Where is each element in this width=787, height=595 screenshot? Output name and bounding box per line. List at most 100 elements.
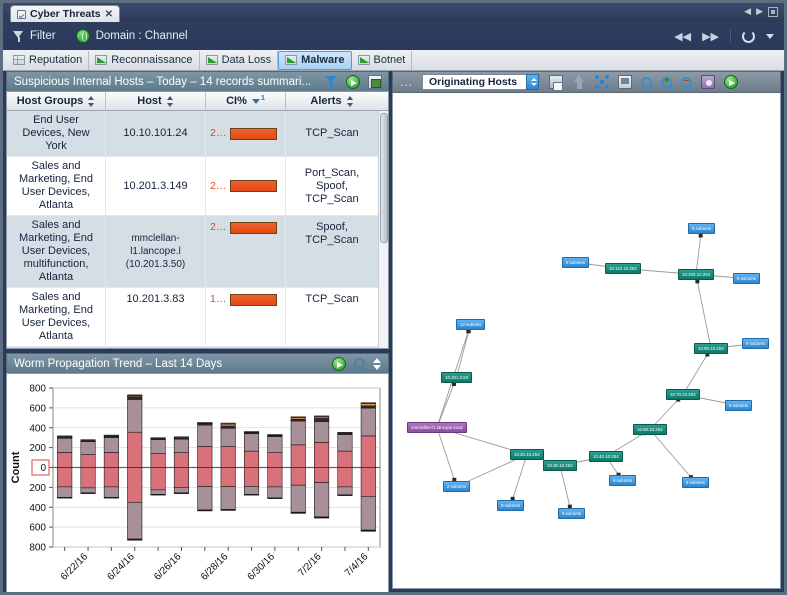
zoom-in-icon[interactable] (661, 75, 673, 88)
go-arrow-icon[interactable] (724, 75, 739, 89)
application-window: Cyber Threats ✕ ◀ ▶ Filter Domain : Chan… (0, 0, 787, 595)
graph-node-subnet[interactable]: 9 subnets (558, 508, 586, 519)
table-row[interactable]: End User Devices, New York 10.10.101.24 … (7, 111, 388, 157)
graph-node-host[interactable]: mmclellan-l1.lancope.local (407, 422, 467, 433)
sort-desc-icon[interactable]: 1 (251, 94, 265, 107)
graph-node-subnet[interactable]: 9 subnets (609, 475, 637, 486)
svg-text:400: 400 (29, 423, 46, 434)
close-icon[interactable]: ✕ (105, 9, 113, 20)
graph-node-ip[interactable]: 10.20.10.254 (510, 449, 544, 460)
cell-ci: 99% (206, 347, 286, 348)
chart-icon (285, 55, 298, 65)
cell-ci: 2… (206, 157, 286, 215)
scrollbar-thumb[interactable] (380, 113, 388, 243)
graph-node-subnet[interactable]: 2 subnets (443, 481, 471, 492)
graph-node-subnet[interactable]: 9 subnets (562, 257, 590, 268)
column-ci-label: CI% (226, 95, 247, 107)
scan-icon[interactable] (618, 75, 633, 89)
app-tab-cyber-threats[interactable]: Cyber Threats ✕ (10, 5, 120, 22)
tab-botnet[interactable]: Botnet (352, 50, 413, 70)
svg-text:7/2/16: 7/2/16 (296, 551, 324, 579)
svg-text:800: 800 (29, 384, 46, 395)
tab-botnet-label: Botnet (373, 54, 406, 66)
tab-malware[interactable]: Malware (278, 50, 352, 70)
chart-icon (205, 55, 218, 65)
column-host-groups[interactable]: Host Groups (7, 92, 106, 110)
updown-icon[interactable] (373, 357, 382, 371)
sort-index: 1 (260, 94, 265, 102)
svg-text:6/28/16: 6/28/16 (199, 551, 231, 583)
graph-node-ip[interactable]: 10.40.10.254 (589, 451, 623, 462)
tab-data-loss-label: Data Loss (221, 54, 272, 66)
sort-icon[interactable] (166, 95, 174, 107)
caret-down-icon[interactable] (766, 33, 774, 39)
graph-node-ip[interactable]: 10.30.10.254 (543, 460, 577, 471)
column-host[interactable]: Host (106, 92, 206, 110)
graph-node-subnet[interactable]: 9 subnets (688, 223, 716, 234)
go-arrow-icon[interactable] (332, 356, 346, 371)
table-row[interactable]: Sales and Marketing, End User Devices, m… (7, 216, 388, 288)
svg-text:200: 200 (29, 483, 46, 494)
app-tab-label: Cyber Threats (30, 8, 101, 20)
graph-node-ip[interactable]: 10.80.10.254 (694, 343, 728, 354)
graph-node-subnet[interactable]: 9 subnets (742, 338, 770, 349)
column-ci-percent[interactable]: CI% 1 (206, 92, 286, 110)
overflow-dots-icon[interactable]: ... (400, 76, 413, 88)
graph-node-subnet[interactable]: 9 subnets (733, 273, 761, 284)
tab-reconnaissance[interactable]: Reconnaissance (89, 50, 200, 70)
go-arrow-icon[interactable] (346, 74, 360, 89)
nav-prev-button[interactable]: ◀◀ (674, 30, 691, 43)
maximize-icon[interactable] (768, 6, 778, 17)
chart-panel-tools (332, 356, 388, 371)
originating-hosts-value: Originating Hosts (429, 76, 518, 88)
chrome-left-icon[interactable]: ◀ (744, 6, 751, 17)
spinner-icon[interactable] (526, 74, 540, 90)
tab-reconnaissance-label: Reconnaissance (111, 54, 193, 66)
domain-label[interactable]: Domain : Channel (96, 30, 188, 42)
export-icon[interactable] (368, 74, 382, 89)
graph-node-ip[interactable]: 10.201.3.83 (441, 372, 473, 383)
refresh-icon[interactable] (742, 29, 755, 43)
magnifier-icon[interactable] (354, 358, 365, 369)
table-row[interactable]: Sales and Marketing, End User Devices, A… (7, 288, 388, 347)
column-alerts[interactable]: Alerts (286, 92, 378, 110)
graph-node-ip[interactable]: 10.110.10.254 (605, 263, 641, 274)
graph-node-subnet[interactable]: 12 subnets (456, 319, 486, 330)
graph-node-ip[interactable]: 10.70.10.254 (666, 389, 700, 400)
chrome-right-icon[interactable]: ▶ (756, 6, 763, 17)
worm-trend-chart: 800 600 400 200 0 200 400 600 800 Count 6/22/16 6/2… (6, 373, 389, 592)
graph-node-subnet[interactable]: 9 subnets (497, 500, 525, 511)
filter-icon[interactable] (13, 30, 24, 42)
filter-label[interactable]: Filter (30, 30, 56, 42)
zoom-out-icon[interactable] (681, 75, 693, 88)
graph-node-subnet[interactable]: 9 subnets (725, 400, 753, 411)
domain-globe-icon[interactable] (75, 29, 90, 43)
network-graph-canvas[interactable]: mmclellan-l1.lancope.local 12 subnets 10.2… (392, 93, 781, 589)
originating-hosts-select[interactable]: Originating Hosts (422, 74, 541, 90)
up-arrow-icon[interactable] (572, 75, 586, 89)
graph-node-ip[interactable]: 10.60.10.254 (633, 424, 667, 435)
right-column: ... Originating Hosts mmclellan-l1.lanco… (392, 71, 781, 589)
fit-to-screen-icon[interactable] (595, 75, 610, 89)
chart-icon (357, 55, 370, 65)
tab-reputation[interactable]: Reputation (7, 50, 90, 70)
sort-icon[interactable] (346, 95, 354, 107)
filter-icon[interactable] (324, 75, 338, 89)
window-buttons: ◀ ▶ (744, 6, 778, 17)
save-icon[interactable] (549, 75, 564, 91)
svg-text:7/4/16: 7/4/16 (343, 551, 371, 579)
zoom-reset-icon[interactable] (641, 76, 653, 88)
graph-node-ip[interactable]: 10.100.10.254 (678, 269, 715, 280)
suspicious-hosts-table: Host Groups Host CI% 1 Alerts End User D… (6, 91, 389, 349)
sort-icon[interactable] (88, 95, 95, 107)
tab-data-loss[interactable]: Data Loss (200, 50, 279, 70)
graph-node-subnet[interactable]: 9 subnets (682, 477, 710, 488)
table-header-row: Host Groups Host CI% 1 Alerts (7, 92, 388, 111)
snapshot-icon[interactable] (701, 75, 716, 89)
table-row[interactable]: Sales and Marketing, End User Devices, A… (7, 157, 388, 216)
column-alerts-label: Alerts (310, 95, 342, 107)
table-scrollbar[interactable] (378, 111, 388, 348)
nav-next-button[interactable]: ▶▶ (702, 30, 719, 43)
table-row[interactable]: Catch All 10.150.1.200 99% Port_Scan, TC… (7, 347, 388, 348)
hosts-panel-title: Suspicious Internal Hosts – Today – 14 r… (14, 75, 312, 88)
